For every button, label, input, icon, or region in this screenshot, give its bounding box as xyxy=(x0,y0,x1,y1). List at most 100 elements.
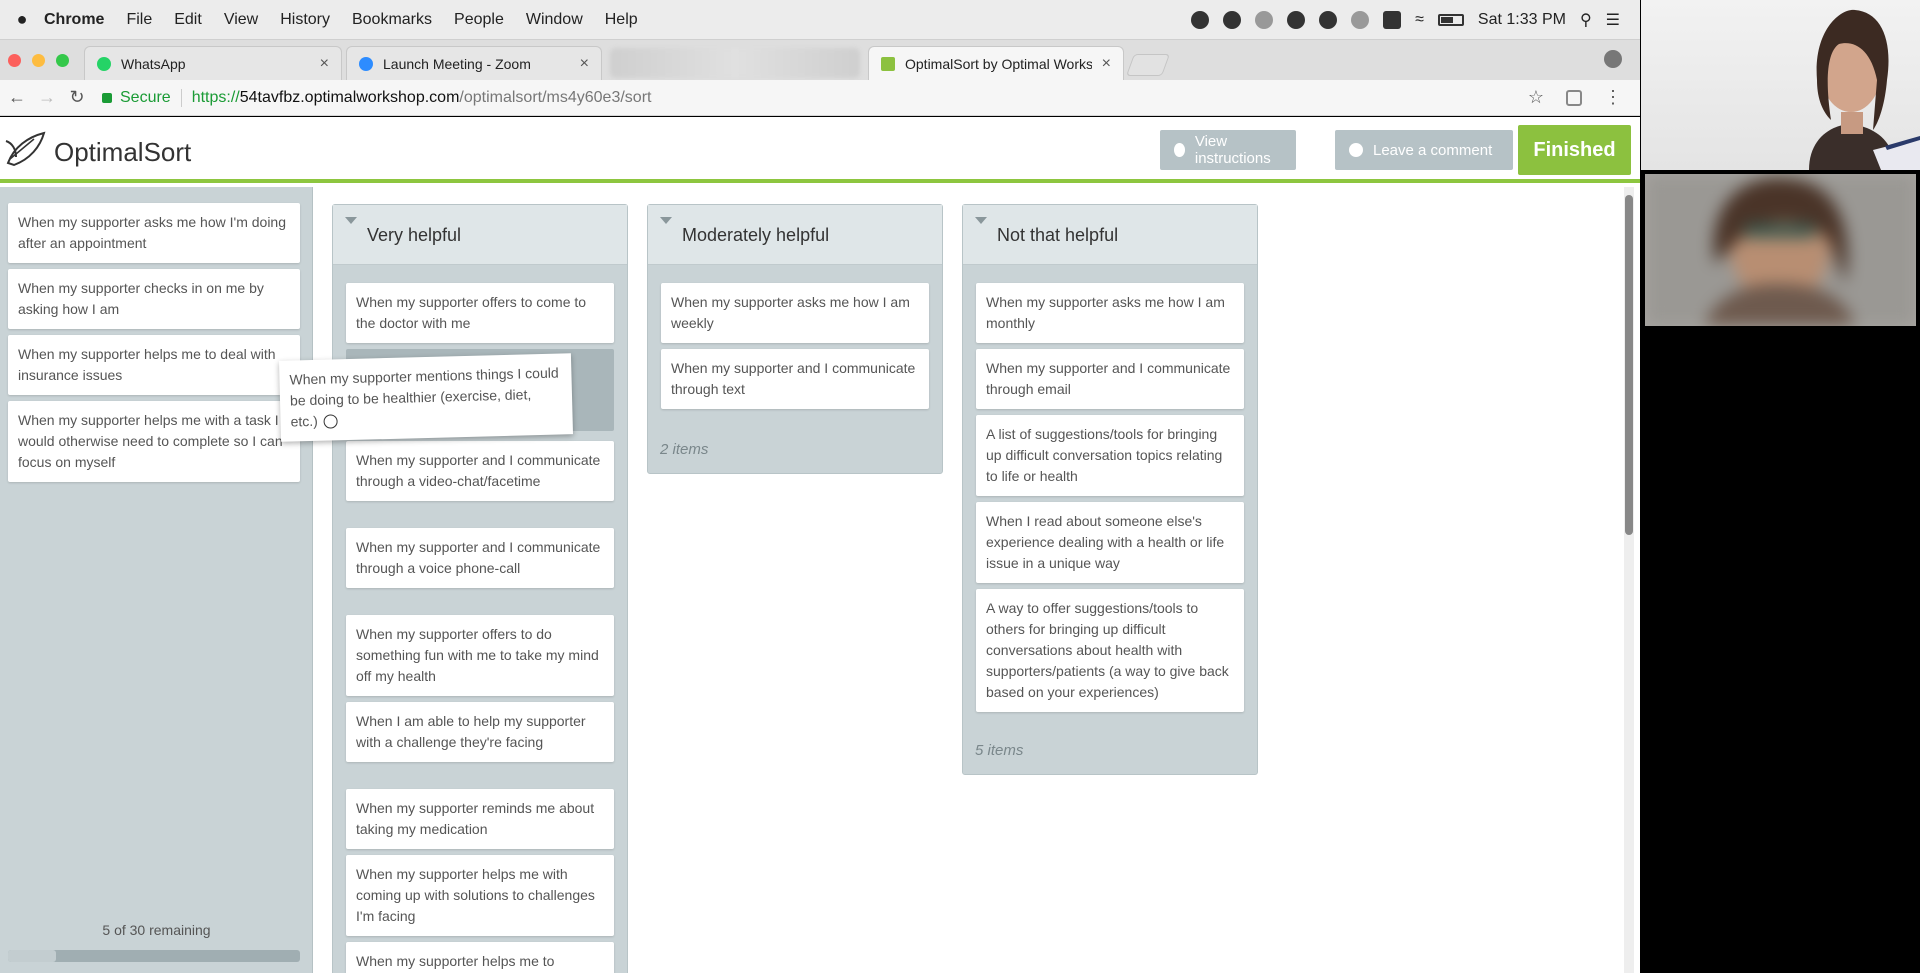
profile-icon[interactable] xyxy=(1604,50,1622,68)
menu-app-name[interactable]: Chrome xyxy=(44,11,104,29)
notification-center-icon[interactable]: ☰ xyxy=(1606,10,1620,30)
app-logo-text: OptimalSort xyxy=(54,137,192,167)
sorted-card[interactable]: When my supporter and I communicate thro… xyxy=(976,349,1244,409)
spotlight-search-icon[interactable]: ⚲ xyxy=(1580,10,1592,30)
vertical-scrollbar[interactable] xyxy=(1624,187,1634,973)
participant-blurred xyxy=(1645,174,1916,326)
sorted-card[interactable]: When my supporter reminds me about takin… xyxy=(346,789,614,849)
extension-icon[interactable] xyxy=(1566,89,1582,106)
view-instructions-button[interactable]: View instructions xyxy=(1160,130,1296,170)
optimalsort-icon xyxy=(881,56,895,71)
participant-video-2 xyxy=(1645,174,1916,326)
bookmark-star-icon[interactable]: ☆ xyxy=(1528,87,1544,108)
category-very-helpful[interactable]: Very helpful When my supporter offers to… xyxy=(332,204,628,973)
sorted-card[interactable]: When my supporter asks me how I am month… xyxy=(976,283,1244,343)
sorted-card[interactable]: A list of suggestions/tools for bringing… xyxy=(976,415,1244,496)
battery-icon[interactable] xyxy=(1437,13,1464,26)
tab-zoom[interactable]: Launch Meeting - Zoom × xyxy=(346,46,602,80)
view-instructions-label: View instructions xyxy=(1194,133,1271,167)
collapse-caret-icon[interactable] xyxy=(345,217,357,224)
chrome-menu-icon[interactable]: ⋮ xyxy=(1604,87,1622,108)
blocked-status-icon[interactable] xyxy=(1351,10,1370,29)
sorted-card[interactable]: A way to offer suggestions/tools to othe… xyxy=(976,589,1244,712)
optimalsort-logo-icon xyxy=(5,131,46,167)
new-tab-button[interactable] xyxy=(1125,54,1171,76)
menubar-status-area: ≈ Sat 1:33 PM ⚲ ☰ xyxy=(1191,10,1640,30)
wifi-icon[interactable]: ≈ xyxy=(1415,11,1424,29)
browser-tab-strip: WhatsApp × Launch Meeting - Zoom × Optim… xyxy=(0,40,1640,80)
toolbar-actions: ☆ ⋮ xyxy=(1528,87,1640,108)
menu-file[interactable]: File xyxy=(126,11,152,29)
category-title[interactable]: Moderately helpful xyxy=(682,225,829,246)
window-minimize-button[interactable] xyxy=(32,54,45,67)
window-close-button[interactable] xyxy=(8,54,21,67)
participant-video-1 xyxy=(1641,0,1920,170)
reload-icon[interactable]: ↻ xyxy=(64,87,90,108)
sorted-card[interactable]: When my supporter and I communicate thro… xyxy=(346,528,614,588)
leave-comment-button[interactable]: Leave a comment xyxy=(1335,130,1513,170)
tab-whatsapp[interactable]: WhatsApp × xyxy=(84,46,342,80)
apple-menu-icon[interactable]: ● xyxy=(0,9,44,30)
unsorted-card[interactable]: When my supporter asks me how I'm doing … xyxy=(8,203,300,263)
finished-button[interactable]: Finished xyxy=(1518,125,1631,175)
url-path: /optimalsort/ms4y60e3/sort xyxy=(459,88,652,106)
sorted-card[interactable]: When I read about someone else's experie… xyxy=(976,502,1244,583)
sorted-card[interactable]: When my supporter and I communicate thro… xyxy=(346,441,614,501)
scrollbar-thumb[interactable] xyxy=(1625,195,1633,535)
collapse-caret-icon[interactable] xyxy=(975,217,987,224)
sync-status-icon[interactable] xyxy=(1255,10,1274,29)
category-header[interactable]: Not that helpful xyxy=(963,205,1257,265)
category-header[interactable]: Moderately helpful xyxy=(648,205,942,265)
color-wheel-status-icon[interactable] xyxy=(1319,10,1338,29)
tab-label: Launch Meeting - Zoom xyxy=(383,55,531,72)
menu-bookmarks[interactable]: Bookmarks xyxy=(352,11,432,29)
settings-status-icon[interactable] xyxy=(1287,10,1306,29)
menu-edit[interactable]: Edit xyxy=(174,11,202,29)
menu-view[interactable]: View xyxy=(224,11,258,29)
camera-status-icon[interactable] xyxy=(1191,10,1210,29)
scrollbar-thumb[interactable] xyxy=(8,950,56,962)
extension-status-icon[interactable] xyxy=(1383,10,1402,29)
tab-close-icon[interactable]: × xyxy=(320,55,329,73)
sorted-card[interactable]: When my supporter asks me how I am weekl… xyxy=(661,283,929,343)
menu-history[interactable]: History xyxy=(280,11,330,29)
unsorted-card[interactable]: When my supporter checks in on me by ask… xyxy=(8,269,300,329)
forward-arrow-icon[interactable]: → xyxy=(34,87,60,108)
window-zoom-button[interactable] xyxy=(56,54,69,67)
evernote-status-icon[interactable] xyxy=(1223,10,1242,29)
unsorted-card[interactable]: When my supporter helps me to deal with … xyxy=(8,335,300,395)
menu-people[interactable]: People xyxy=(454,11,504,29)
sorted-card[interactable]: When my supporter offers to come to the … xyxy=(346,283,614,343)
tab-label: OptimalSort by Optimal Works xyxy=(905,55,1092,72)
tab-close-icon[interactable]: × xyxy=(1102,55,1111,73)
whatsapp-icon xyxy=(97,56,111,71)
app-header: OptimalSort View instructions Leave a co… xyxy=(0,117,1640,183)
back-arrow-icon[interactable]: ← xyxy=(4,87,30,108)
tab-blurred[interactable] xyxy=(610,48,860,78)
info-icon xyxy=(1174,143,1185,157)
address-bar[interactable]: Secure https:// 54tavfbz.optimalworkshop… xyxy=(102,88,1528,107)
category-header[interactable]: Very helpful xyxy=(333,205,627,265)
sorted-card[interactable]: When I am able to help my supporter with… xyxy=(346,702,614,762)
category-not-that-helpful[interactable]: Not that helpful When my supporter asks … xyxy=(962,204,1258,775)
category-title[interactable]: Not that helpful xyxy=(997,225,1118,246)
menubar-clock[interactable]: Sat 1:33 PM xyxy=(1478,11,1566,29)
sorted-card[interactable]: When my supporter offers to do something… xyxy=(346,615,614,696)
sorted-card[interactable]: When my supporter helps me with coming u… xyxy=(346,855,614,936)
tab-close-icon[interactable]: × xyxy=(580,55,589,73)
dragging-card[interactable]: When my supporter mentions things I coul… xyxy=(278,353,574,442)
collapse-caret-icon[interactable] xyxy=(660,217,672,224)
category-title[interactable]: Very helpful xyxy=(367,225,461,246)
tab-optimalsort[interactable]: OptimalSort by Optimal Works × xyxy=(868,46,1124,80)
sorted-card[interactable]: When my supporter and I communicate thro… xyxy=(661,349,929,409)
category-moderately-helpful[interactable]: Moderately helpful When my supporter ask… xyxy=(647,204,943,474)
unsorted-card[interactable]: When my supporter helps me with a task I… xyxy=(8,401,300,482)
unsorted-cards-panel: When my supporter asks me how I'm doing … xyxy=(0,187,313,973)
leave-comment-label: Leave a comment xyxy=(1373,141,1493,159)
lock-icon xyxy=(102,92,112,103)
menu-window[interactable]: Window xyxy=(526,11,583,29)
participant-silhouette xyxy=(1809,9,1920,170)
horizontal-scrollbar[interactable] xyxy=(8,950,300,962)
menu-help[interactable]: Help xyxy=(605,11,638,29)
sorted-card[interactable]: When my supporter helps me to xyxy=(346,942,614,973)
